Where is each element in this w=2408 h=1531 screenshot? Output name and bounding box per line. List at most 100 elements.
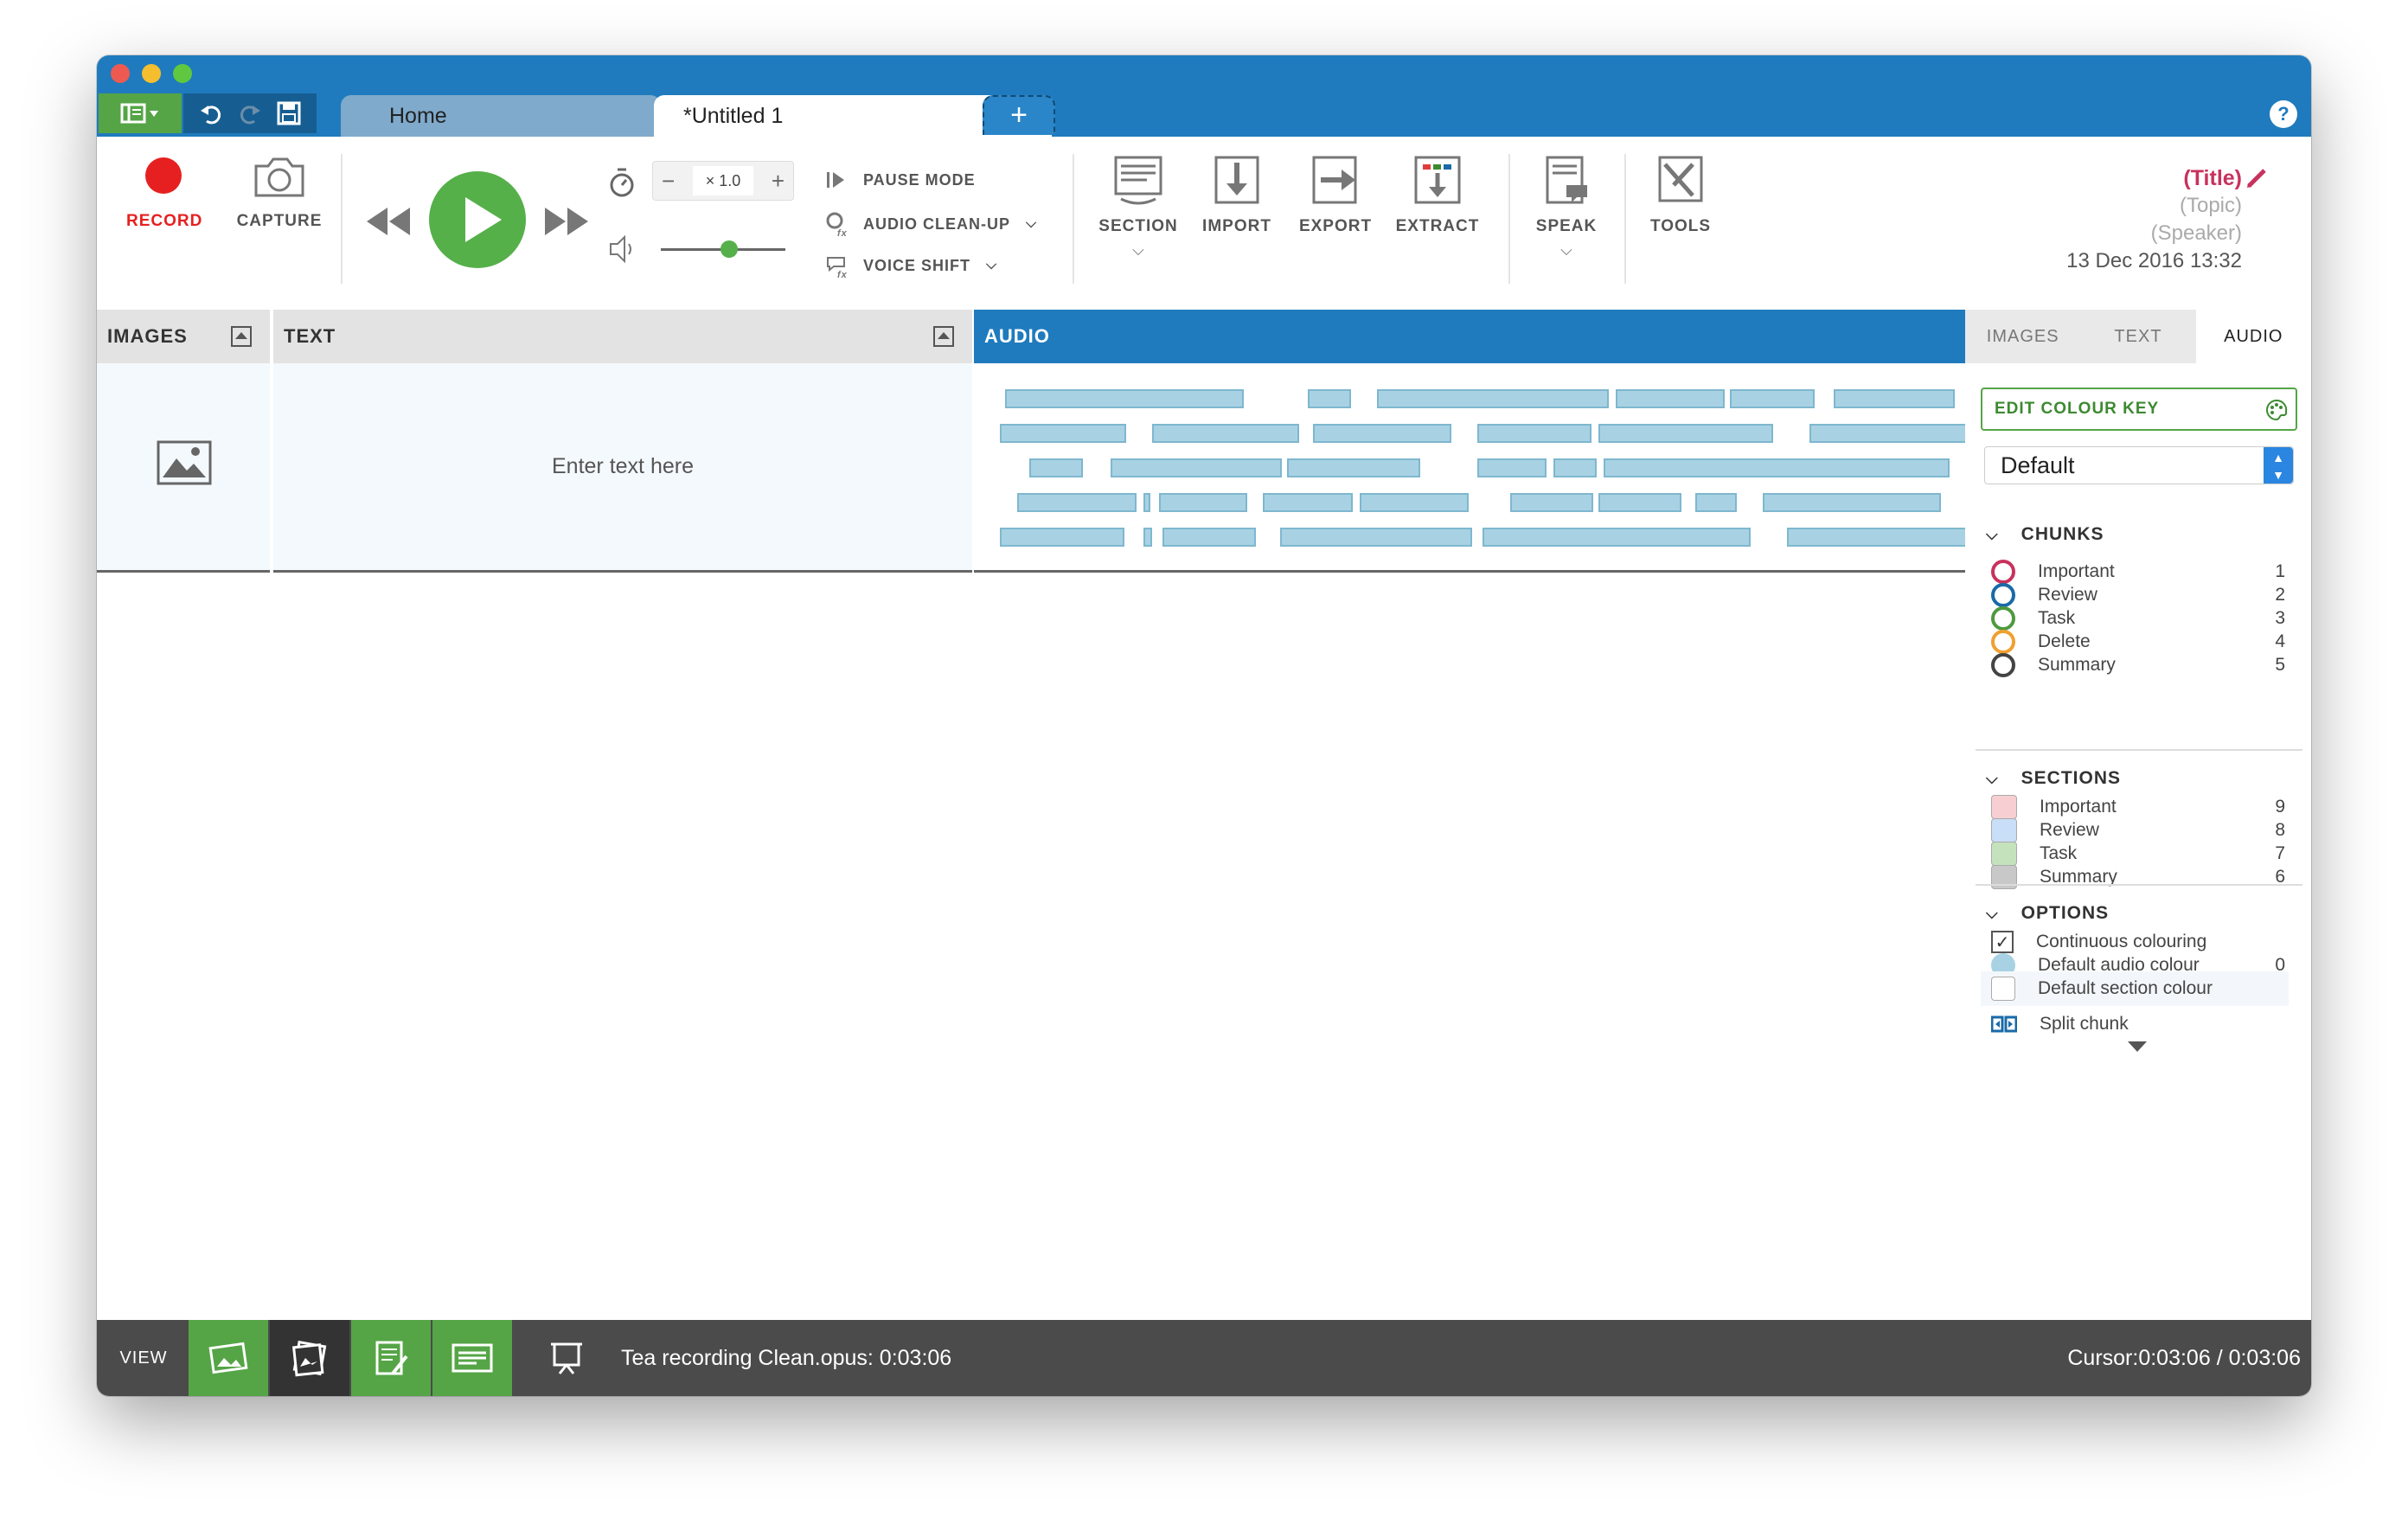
audio-chunk[interactable] (1263, 493, 1353, 512)
audio-chunk[interactable] (1143, 493, 1150, 512)
minimize-window-button[interactable] (142, 64, 161, 83)
voice-shift-option[interactable]: fx VOICE SHIFT ⌵ (825, 253, 997, 279)
pause-mode-option[interactable]: PAUSE MODE (825, 170, 976, 190)
help-icon[interactable]: ? (2270, 100, 2297, 128)
audio-chunk[interactable] (1616, 389, 1725, 408)
sidebar-tabs: IMAGES TEXT AUDIO (1965, 310, 2311, 363)
view-images-toggle[interactable] (189, 1320, 268, 1396)
audio-chunk[interactable] (1604, 458, 1950, 477)
audio-chunk[interactable] (1005, 389, 1244, 408)
audio-chunk[interactable] (1143, 528, 1152, 547)
close-window-button[interactable] (111, 64, 130, 83)
default-section-colour-option[interactable]: Default section colour (1981, 971, 2289, 1006)
pencil-icon[interactable] (2245, 167, 2268, 189)
audio-chunk[interactable] (1313, 424, 1451, 443)
edit-colour-key-button[interactable]: EDIT COLOUR KEY (1981, 388, 2297, 431)
split-chunk-icon (1991, 1015, 2017, 1033)
presentation-toggle[interactable] (545, 1320, 588, 1396)
audio-chunk[interactable] (1152, 424, 1299, 443)
export-button[interactable]: EXPORT (1290, 154, 1380, 236)
select-arrows-icon: ▲ ▼ (2264, 447, 2293, 484)
audio-chunk[interactable] (1287, 458, 1420, 477)
audio-chunk[interactable] (1162, 528, 1256, 547)
audio-chunk[interactable] (1000, 528, 1124, 547)
audio-chunk[interactable] (1695, 493, 1737, 512)
volume-slider[interactable] (661, 237, 785, 261)
sidebar-tab-images[interactable]: IMAGES (1965, 310, 2080, 363)
view-text-toggle[interactable] (351, 1320, 431, 1396)
sidebar-tab-audio[interactable]: AUDIO (2195, 310, 2311, 363)
audio-chunk[interactable] (1017, 493, 1137, 512)
audio-chunk[interactable] (1159, 493, 1247, 512)
audio-chunk[interactable] (1598, 424, 1773, 443)
save-icon[interactable] (276, 100, 302, 126)
topic-field[interactable]: (Topic) (2066, 192, 2242, 220)
collapse-panel-icon[interactable] (932, 325, 955, 348)
collapse-panel-icon[interactable] (230, 325, 253, 348)
audio-chunk[interactable] (1730, 389, 1815, 408)
speaker-field[interactable]: (Speaker) (2066, 220, 2242, 247)
audio-cleanup-option[interactable]: fx AUDIO CLEAN-UP ⌵ (825, 211, 1037, 237)
quick-tools (183, 93, 317, 133)
record-button[interactable]: RECORD (126, 154, 202, 231)
chunks-item-summary[interactable]: Summary 5 (1991, 648, 2285, 682)
view-slides-toggle[interactable] (270, 1320, 349, 1396)
title-field[interactable]: (Title) (2066, 164, 2268, 192)
audio-chunk[interactable] (1308, 389, 1351, 408)
add-tab-button[interactable]: + (983, 95, 1055, 135)
undo-icon[interactable] (198, 100, 224, 126)
split-chunk-option[interactable]: Split chunk (1991, 1007, 2285, 1041)
chevron-down-icon[interactable]: ⌵ (1092, 241, 1185, 259)
import-button[interactable]: IMPORT (1197, 154, 1277, 236)
tab-home[interactable]: Home (341, 95, 661, 137)
capture-button[interactable]: CAPTURE (223, 154, 336, 231)
images-view-icon (208, 1342, 248, 1374)
audio-chunk[interactable] (1553, 458, 1597, 477)
chevron-down-icon[interactable]: ⌵ (986, 258, 997, 273)
tools-button[interactable]: TOOLS (1642, 154, 1720, 236)
audio-chunk[interactable] (1763, 493, 1941, 512)
zoom-window-button[interactable] (173, 64, 192, 83)
section-button[interactable]: SECTION ⌵ (1092, 154, 1185, 259)
options-section-header[interactable]: ⌵ OPTIONS (1986, 903, 2109, 924)
audio-chunk[interactable] (1834, 389, 1955, 408)
scroll-down-icon[interactable] (2126, 1040, 2149, 1054)
audio-chunk[interactable] (1029, 458, 1083, 477)
audio-chunk[interactable] (1111, 458, 1282, 477)
export-icon (1312, 156, 1357, 204)
redo-icon[interactable] (237, 100, 263, 126)
audio-chunk[interactable] (1477, 424, 1591, 443)
colour-key-select[interactable]: Default ▲ ▼ (1984, 446, 2294, 484)
speed-decrease-button[interactable]: − (662, 168, 675, 195)
audio-chunk[interactable] (1280, 528, 1472, 547)
app-menu-button[interactable] (99, 93, 182, 133)
play-button[interactable] (427, 170, 528, 270)
ribbon-divider (1624, 154, 1626, 284)
audio-chunk[interactable] (1483, 528, 1751, 547)
sidebar-divider (1976, 884, 2302, 886)
sections-item-summary[interactable]: Summary 6 (1991, 860, 2285, 894)
speed-value[interactable]: × 1.0 (693, 166, 753, 195)
audio-chunk[interactable] (1377, 389, 1609, 408)
sidebar-tab-text[interactable]: TEXT (2080, 310, 2195, 363)
chevron-down-icon: ⌵ (1986, 525, 1999, 543)
text-cell[interactable]: Enter text here (273, 363, 972, 573)
view-audio-toggle[interactable] (432, 1320, 512, 1396)
fast-forward-icon[interactable] (543, 204, 590, 239)
audio-waveform[interactable] (974, 363, 2057, 573)
speak-button[interactable]: SPEAK ⌵ (1527, 154, 1605, 259)
chevron-down-icon[interactable]: ⌵ (1527, 241, 1605, 259)
pause-mode-icon (827, 172, 844, 188)
sections-section-header[interactable]: ⌵ SECTIONS (1986, 768, 2121, 789)
rewind-icon[interactable] (365, 204, 412, 239)
audio-chunk[interactable] (1510, 493, 1593, 512)
chunks-section-header[interactable]: ⌵ CHUNKS (1986, 524, 2104, 545)
extract-button[interactable]: EXTRACT (1389, 154, 1486, 236)
image-cell[interactable] (97, 363, 270, 573)
audio-chunk[interactable] (1360, 493, 1469, 512)
audio-chunk[interactable] (1477, 458, 1547, 477)
audio-chunk[interactable] (1000, 424, 1126, 443)
speed-increase-button[interactable]: + (772, 168, 785, 195)
chevron-down-icon[interactable]: ⌵ (1026, 216, 1037, 232)
audio-chunk[interactable] (1598, 493, 1681, 512)
